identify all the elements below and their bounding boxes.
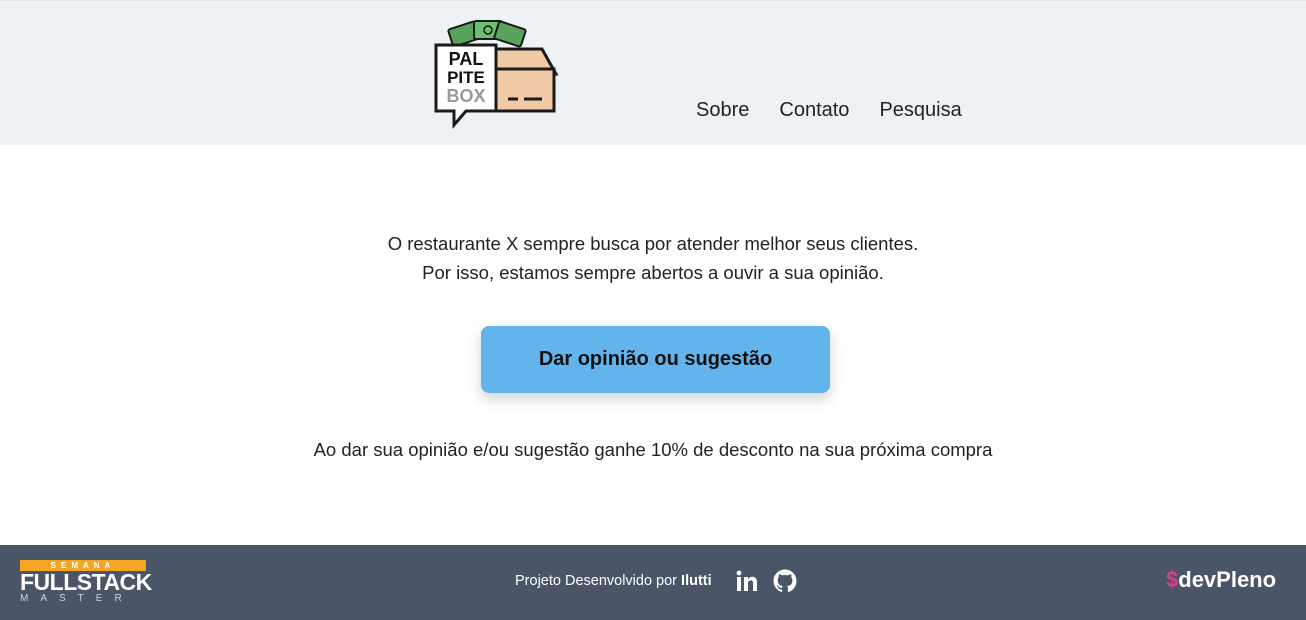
nav-link-sobre[interactable]: Sobre [686, 99, 749, 122]
fsm-logo-bottom: MASTER [20, 593, 134, 604]
intro-text: O restaurante X sempre busca por atender… [0, 229, 1306, 287]
fsm-logo-middle: FULLSTACK [20, 569, 152, 595]
fullstack-master-logo[interactable]: SEMANA FULLSTACK MASTER [20, 560, 152, 606]
credit-author: Ilutti [681, 573, 712, 589]
linkedin-icon[interactable] [736, 570, 758, 592]
give-feedback-button[interactable]: Dar opinião ou sugestão [481, 326, 830, 393]
nav-link-contato[interactable]: Contato [769, 99, 849, 122]
logo-text-line-2: PITE [447, 68, 485, 87]
logo-text-line-3: BOX [446, 86, 485, 106]
devpleno-symbol: $ [1166, 567, 1179, 592]
project-credit: Projeto Desenvolvido por Ilutti [515, 573, 712, 589]
money-icon [447, 20, 527, 48]
main-nav: Sobre Contato Pesquisa [686, 99, 962, 122]
main-content: O restaurante X sempre busca por atender… [0, 145, 1306, 545]
devpleno-logo[interactable]: $devPleno [1166, 567, 1276, 593]
discount-note: Ao dar sua opinião e/ou sugestão ganhe 1… [313, 439, 993, 460]
intro-line-1: O restaurante X sempre busca por atender… [387, 233, 919, 254]
github-icon[interactable] [773, 569, 797, 593]
credit-prefix: Projeto Desenvolvido por [515, 573, 682, 589]
intro-line-2: Por isso, estamos sempre abertos a ouvir… [422, 262, 884, 283]
nav-link-pesquisa[interactable]: Pesquisa [869, 99, 961, 122]
palpitebox-logo[interactable]: PAL PITE BOX [430, 19, 562, 129]
site-header: PAL PITE BOX Sobre Contato Pesquisa [0, 0, 1306, 145]
site-footer: SEMANA FULLSTACK MASTER Projeto Desenvol… [0, 545, 1306, 620]
logo-text-line-1: PAL [449, 49, 484, 69]
devpleno-text: devPleno [1178, 567, 1277, 592]
